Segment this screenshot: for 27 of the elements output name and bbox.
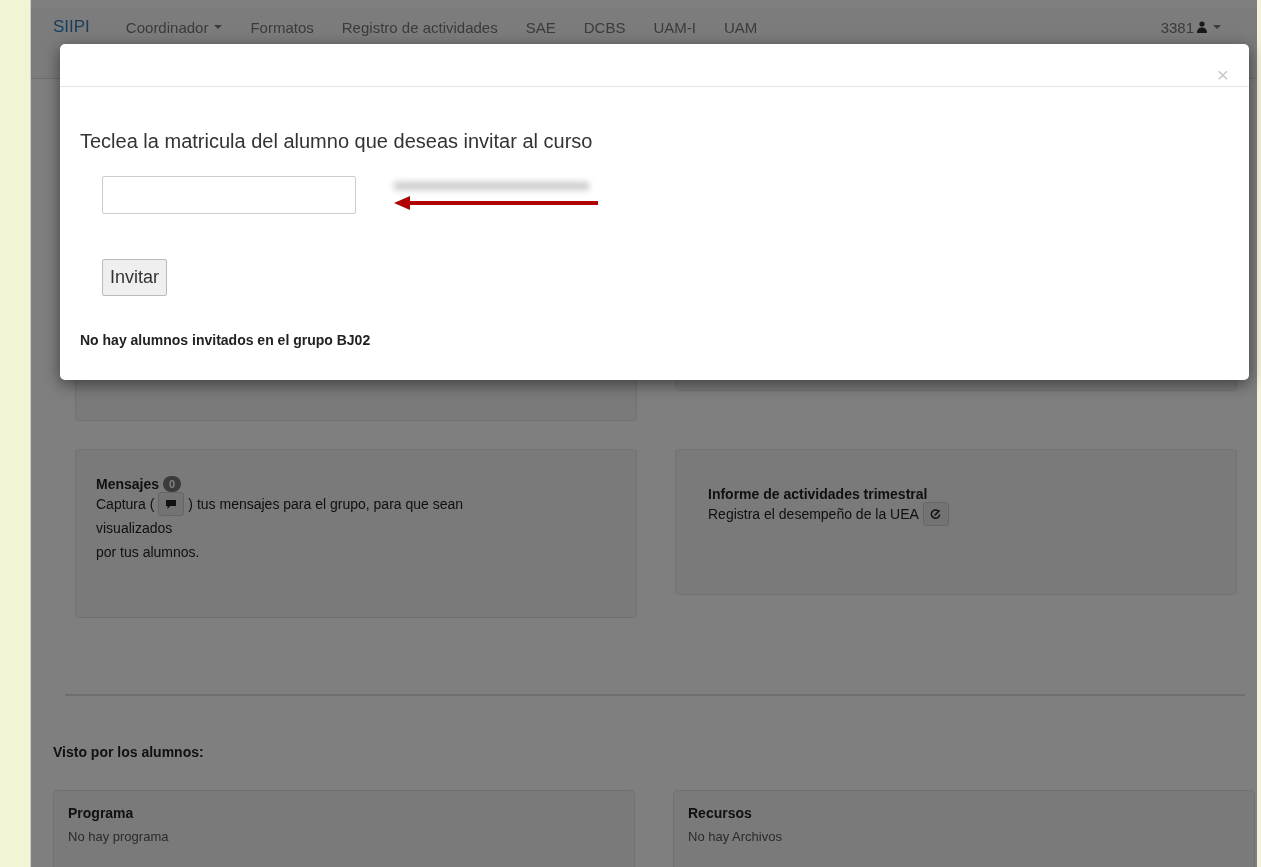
panel-title: Informe de actividades trimestral (708, 486, 929, 502)
help-text: ) tus mensajes para el grupo, para que sean (188, 495, 464, 514)
panel-title: Programa (68, 805, 135, 821)
count-badge: 0 (163, 476, 182, 492)
help-text: por tus alumnos. (96, 543, 201, 562)
nav-link[interactable]: Coordinador (125, 18, 223, 68)
message-button[interactable] (158, 492, 185, 516)
edit-icon (930, 508, 942, 520)
user-icon (1197, 21, 1207, 33)
input-field[interactable] (102, 176, 356, 214)
invite-button[interactable]: Invitar (102, 259, 168, 296)
help-text: Registra el desempeño de la UEA (708, 505, 919, 524)
caret-icon (214, 25, 223, 29)
panel-text: No hay Archivos (688, 829, 783, 844)
speech-bubble-icon (166, 499, 177, 509)
dialog-title: Teclea la matricula del alumno que deseas invitar al curso (80, 130, 594, 153)
edit-button[interactable] (922, 502, 949, 526)
help-text: visualizados (96, 519, 174, 538)
close-button[interactable]: × (1216, 65, 1229, 85)
panel-title: Mensajes (96, 476, 160, 492)
caret-icon (1213, 25, 1221, 29)
section-heading: Visto por los alumnos: (53, 744, 205, 760)
help-text: Captura ( (96, 495, 155, 514)
status-message: No hay alumnos invitados en el grupo BJ02 (80, 332, 372, 348)
panel-title: Recursos (688, 805, 753, 821)
panel-text: No hay programa (68, 829, 170, 844)
user-menu[interactable]: 3381 (1160, 18, 1221, 68)
